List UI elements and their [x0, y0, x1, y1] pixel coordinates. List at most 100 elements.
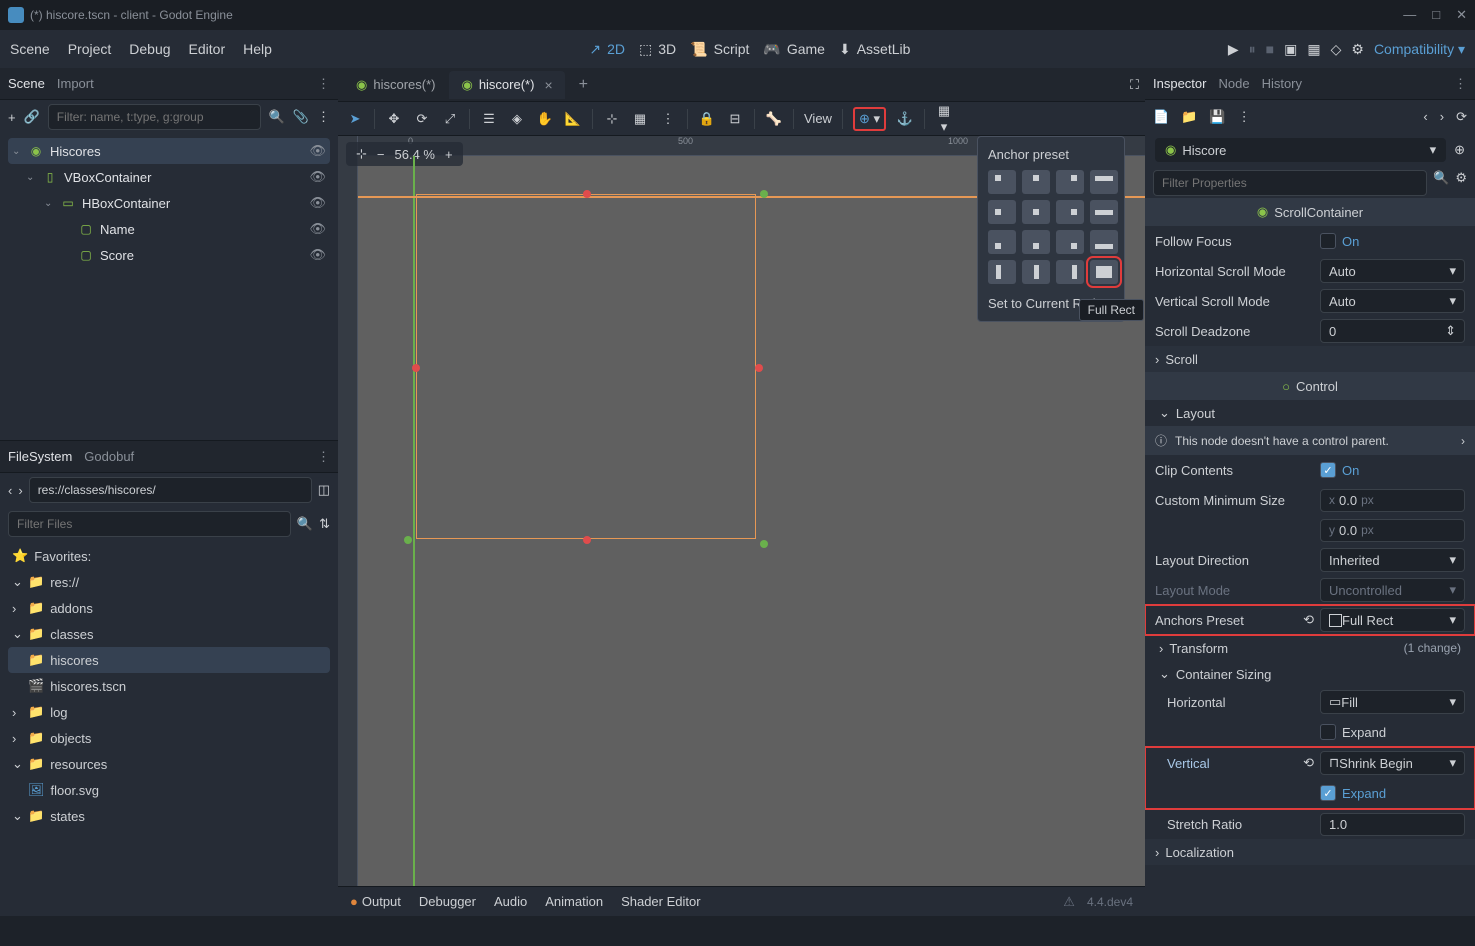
handle[interactable]	[583, 536, 591, 544]
visibility-icon[interactable]: 👁	[309, 247, 326, 263]
search-icon[interactable]: 🔍	[297, 516, 313, 532]
section-container-sizing[interactable]: ⌄ Container Sizing	[1145, 661, 1475, 687]
fs-folder[interactable]: ⌄📁resources	[8, 751, 330, 777]
list-icon[interactable]: ☰	[480, 111, 498, 127]
object-extra-icon[interactable]: ⊕	[1454, 142, 1465, 158]
fs-sort-icon[interactable]: ⇅	[319, 516, 330, 532]
container-icon[interactable]: ▦ ▾	[935, 103, 953, 135]
fs-folder[interactable]: ⌄📁classes	[8, 621, 330, 647]
tree-node-hbox[interactable]: ⌄ ▭ HBoxContainer 👁	[8, 190, 330, 216]
anchor-vcenter-wide[interactable]	[1022, 260, 1050, 284]
tab-node[interactable]: Node	[1218, 76, 1249, 91]
anchor-top-right[interactable]	[1056, 170, 1084, 194]
scene-panel-menu-icon[interactable]: ⋮	[317, 76, 330, 92]
play-custom-button[interactable]: ▦	[1307, 41, 1320, 58]
section-layout[interactable]: ⌄ Layout	[1145, 400, 1475, 426]
save-resource-icon[interactable]: 💾	[1209, 109, 1225, 125]
movie-button[interactable]: ◇	[1331, 41, 1342, 58]
stop-button[interactable]: ■	[1266, 41, 1274, 57]
mode-2d[interactable]: ↗ 2D	[589, 41, 625, 58]
section-localization[interactable]: › Localization	[1145, 839, 1475, 865]
anchor-bottom-left[interactable]	[988, 230, 1016, 254]
anchor-top-center[interactable]	[1022, 170, 1050, 194]
zoom-center-icon[interactable]: ⊹	[356, 146, 367, 162]
history-forward-icon[interactable]: ›	[1440, 109, 1444, 125]
handle[interactable]	[412, 364, 420, 372]
snap-menu-icon[interactable]: ⋮	[659, 111, 677, 127]
search-icon[interactable]: 🔍	[1433, 170, 1449, 194]
output-tab[interactable]: ●Output	[350, 894, 401, 909]
close-button[interactable]: ✕	[1456, 7, 1467, 23]
fs-panel-menu-icon[interactable]: ⋮	[317, 449, 330, 465]
tree-toggle-icon[interactable]: ⌄	[26, 172, 36, 183]
tree-node-score[interactable]: ▢ Score 👁	[8, 242, 330, 268]
debugger-tab[interactable]: Debugger	[419, 894, 476, 909]
deadzone-field[interactable]: 0⇕	[1320, 319, 1465, 343]
tab-inspector[interactable]: Inspector	[1153, 76, 1206, 91]
visibility-icon[interactable]: 👁	[309, 195, 326, 211]
mode-assetlib[interactable]: ⬇ AssetLib	[839, 41, 910, 58]
scene-tab[interactable]: ◉hiscores(*)	[344, 71, 447, 99]
anchors-preset-dropdown[interactable]: Full Rect▾	[1320, 608, 1465, 632]
group-icon[interactable]: ⊟	[726, 111, 744, 127]
anchor-bottom-right[interactable]	[1056, 230, 1084, 254]
search-icon[interactable]: 🔍	[269, 109, 285, 125]
fs-folder[interactable]: ›📁objects	[8, 725, 330, 751]
fs-back-button[interactable]: ‹	[8, 483, 12, 498]
lock-icon[interactable]: 🔒	[698, 111, 716, 127]
bone-icon[interactable]: 🦴	[765, 111, 783, 127]
section-scrollcontainer[interactable]: ◉ScrollContainer	[1145, 198, 1475, 226]
fs-folder[interactable]: ⌄📁res://	[8, 569, 330, 595]
link-node-button[interactable]: 🔗	[24, 109, 40, 125]
tree-node-hiscores[interactable]: ⌄ ◉ Hiscores 👁	[8, 138, 330, 164]
history-back-icon[interactable]: ‹	[1423, 109, 1427, 125]
fs-filter-input[interactable]	[8, 511, 291, 537]
fs-forward-button[interactable]: ›	[18, 483, 22, 498]
handle[interactable]	[760, 190, 768, 198]
property-filter-input[interactable]	[1153, 170, 1427, 196]
anchor-center-left[interactable]	[988, 200, 1016, 224]
tree-toggle-icon[interactable]: ⌄	[44, 198, 54, 209]
view-menu[interactable]: View	[804, 111, 832, 126]
load-resource-icon[interactable]: 📁	[1181, 109, 1197, 125]
section-transform[interactable]: › Transform(1 change)	[1145, 635, 1475, 661]
pause-button[interactable]: ⏸	[1249, 41, 1256, 58]
handle[interactable]	[404, 536, 412, 544]
audio-tab[interactable]: Audio	[494, 894, 527, 909]
warning-icon[interactable]: ⚠	[1063, 894, 1075, 910]
menu-scene[interactable]: Scene	[10, 41, 50, 57]
expand-viewport-icon[interactable]: ⛶	[1130, 77, 1139, 93]
anchor-hcenter-wide[interactable]	[1090, 200, 1118, 224]
v-scroll-dropdown[interactable]: Auto▾	[1320, 289, 1465, 313]
anchor-top-wide[interactable]	[1090, 170, 1118, 194]
animation-tab[interactable]: Animation	[545, 894, 603, 909]
horizontal-expand-checkbox[interactable]	[1320, 724, 1336, 740]
menu-editor[interactable]: Editor	[189, 41, 226, 57]
menu-debug[interactable]: Debug	[129, 41, 170, 57]
reset-icon[interactable]: ⟲	[1303, 755, 1314, 771]
snap-icon[interactable]: ⊹	[603, 111, 621, 127]
follow-focus-checkbox[interactable]	[1320, 233, 1336, 249]
anchor-top-left[interactable]	[988, 170, 1016, 194]
zoom-in-button[interactable]: +	[445, 147, 453, 162]
layout-mode-dropdown[interactable]: Uncontrolled▾	[1320, 578, 1465, 602]
ruler-tool-icon[interactable]: 📐	[564, 111, 582, 127]
min-size-y[interactable]: y0.0px	[1320, 519, 1465, 542]
inspector-menu-icon[interactable]: ⋮	[1454, 76, 1467, 92]
fs-path-input[interactable]	[29, 477, 312, 503]
stretch-ratio-field[interactable]: 1.0	[1320, 813, 1465, 836]
pivot-icon[interactable]: ◈	[508, 111, 526, 127]
play-scene-button[interactable]: ▣	[1284, 41, 1297, 58]
attach-script-icon[interactable]: 📎	[293, 109, 309, 125]
layout-dir-dropdown[interactable]: Inherited▾	[1320, 548, 1465, 572]
filter-settings-icon[interactable]: ⚙	[1455, 170, 1467, 194]
tree-node-name[interactable]: ▢ Name 👁	[8, 216, 330, 242]
tab-history[interactable]: History	[1262, 76, 1302, 91]
pan-tool-icon[interactable]: ✋	[536, 111, 554, 127]
add-tab-button[interactable]: +	[567, 70, 600, 100]
horizontal-dropdown[interactable]: ▭Fill▾	[1320, 690, 1465, 714]
visibility-icon[interactable]: 👁	[309, 169, 326, 185]
tree-toggle-icon[interactable]: ⌄	[12, 146, 22, 157]
tab-filesystem[interactable]: FileSystem	[8, 449, 72, 464]
h-scroll-dropdown[interactable]: Auto▾	[1320, 259, 1465, 283]
